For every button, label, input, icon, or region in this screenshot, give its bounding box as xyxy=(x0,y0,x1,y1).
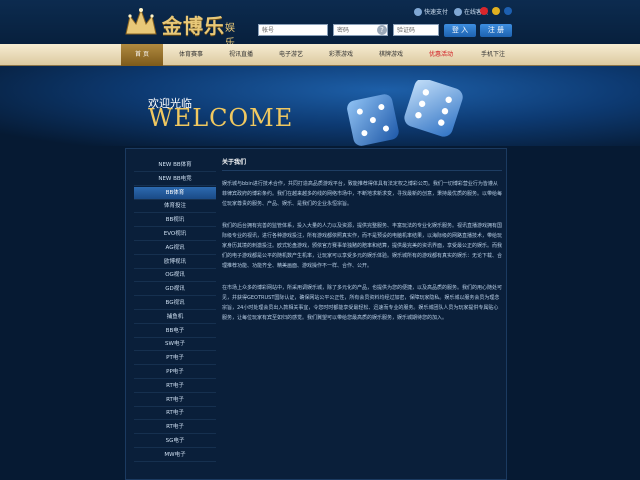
sidebar-item[interactable]: 捕鱼机 xyxy=(134,311,216,324)
sidebar-item[interactable]: GD视讯 xyxy=(134,283,216,297)
main-panel: NEW BB体育 NEW BB电竞 BB体育 体育投注 BB视讯 EVO视讯 A… xyxy=(125,148,507,480)
sidebar-item[interactable]: RT电子 xyxy=(134,407,216,421)
flag-hk-icon[interactable] xyxy=(492,7,500,15)
sidebar-item[interactable]: EVO视讯 xyxy=(134,228,216,241)
sidebar-item[interactable]: 体育投注 xyxy=(134,200,216,214)
sidebar-item[interactable]: 欧博视讯 xyxy=(134,256,216,269)
help-icon[interactable]: ? xyxy=(377,25,387,35)
sidebar-item[interactable]: MW电子 xyxy=(134,449,216,462)
login-form: 帐号 密码 ? 验证码 登 入 注 册 xyxy=(0,24,640,38)
nav-mobile[interactable]: 手机下注 xyxy=(464,44,522,66)
flag-cn-icon[interactable] xyxy=(480,7,488,15)
register-button[interactable]: 注 册 xyxy=(480,24,512,37)
content-paragraph: 在市场上众多的博彩网站中，所采用调娱乐城，除了多元化的产品，也提供为您的便捷，以… xyxy=(222,285,503,321)
content-paragraph: 娱乐城与bbin进行技术合作，共同打造高品质游戏平台，致能推荐得体具有法定权之博… xyxy=(222,181,503,207)
content-paragraph: 我们的后台拥有完善的监管体系，投入大量的人力以及资源，提供完整服务、丰富玩法的专… xyxy=(222,223,503,269)
top-links: 快速支付 在线客服 xyxy=(400,5,620,19)
quick-pay-link[interactable]: 快速支付 xyxy=(414,7,448,16)
banner-welcome-en: WELCOME xyxy=(148,104,294,132)
sidebar-item[interactable]: RT电子 xyxy=(134,394,216,407)
sidebar-item-active[interactable]: BB体育 xyxy=(134,186,216,200)
captcha-input[interactable]: 验证码 xyxy=(393,24,439,36)
sidebar-item[interactable]: RT电子 xyxy=(134,421,216,435)
payment-icon xyxy=(414,7,422,16)
main-nav: 首 页 体育赛事 视讯直播 电子游艺 彩票游戏 棋牌游戏 优惠活动 手机下注 xyxy=(0,44,640,66)
chat-icon xyxy=(454,7,462,16)
sidebar-item[interactable]: SG电子 xyxy=(134,435,216,448)
sidebar-item[interactable]: RT电子 xyxy=(134,380,216,393)
sidebar-item[interactable]: PT电子 xyxy=(134,352,216,366)
sidebar-item[interactable]: PP电子 xyxy=(134,366,216,379)
nav-promotions[interactable]: 优惠活动 xyxy=(412,44,470,66)
flag-en-icon[interactable] xyxy=(504,7,512,15)
sidebar-item[interactable]: OG视讯 xyxy=(134,269,216,283)
nav-home[interactable]: 首 页 xyxy=(121,44,163,66)
content-area: 关于我们 娱乐城与bbin进行技术合作，共同打造高品质游戏平台，致能推荐得体具有… xyxy=(222,157,502,335)
welcome-banner: 欢迎光临 WELCOME xyxy=(0,66,640,146)
sidebar-item[interactable]: NEW BB电竞 xyxy=(134,173,216,186)
username-input[interactable]: 帐号 xyxy=(258,24,328,36)
sidebar-item[interactable]: BG视讯 xyxy=(134,297,216,310)
sidebar-item[interactable]: SW电子 xyxy=(134,338,216,352)
quick-pay-label: 快速支付 xyxy=(424,9,449,16)
sidebar-item[interactable]: NEW BB体育 xyxy=(134,159,216,172)
content-title: 关于我们 xyxy=(222,157,502,171)
sidebar-item[interactable]: AG视讯 xyxy=(134,242,216,255)
dice-icon xyxy=(347,80,463,146)
sidebar: NEW BB体育 NEW BB电竞 BB体育 体育投注 BB视讯 EVO视讯 A… xyxy=(134,159,216,463)
header: 金博乐 娱乐城 快速支付 在线客服 帐号 密码 ? 验证码 登 入 注 册 xyxy=(0,0,640,64)
sidebar-item[interactable]: BB电子 xyxy=(134,325,216,338)
login-button[interactable]: 登 入 xyxy=(444,24,476,37)
sidebar-item[interactable]: BB视讯 xyxy=(134,214,216,228)
